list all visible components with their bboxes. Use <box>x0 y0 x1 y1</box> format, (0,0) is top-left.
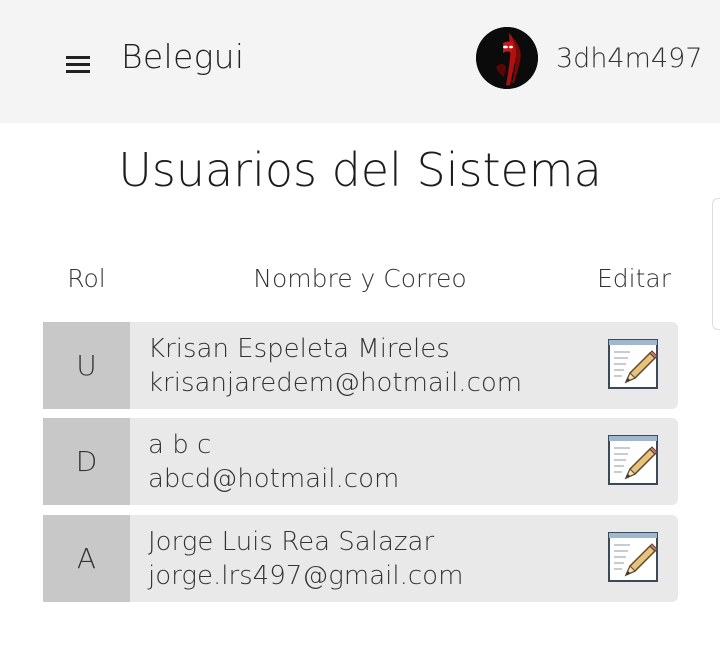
user-name: a b c <box>148 430 212 460</box>
column-header-rol: Rol <box>67 264 106 293</box>
avatar[interactable] <box>476 27 538 89</box>
edit-icon <box>608 532 658 582</box>
column-header-editar: Editar <box>596 264 671 293</box>
app-root: Belegui 3dh4m497 Usuarios del Sistema Ro… <box>0 0 720 668</box>
username[interactable]: 3dh4m497 <box>556 40 702 78</box>
menu-icon[interactable] <box>62 50 94 76</box>
user-name: Jorge Luis Rea Salazar <box>148 527 435 557</box>
top-bar: Belegui 3dh4m497 <box>0 0 720 123</box>
side-panel-handle[interactable] <box>712 198 720 330</box>
table-row: A Jorge Luis Rea Salazar jorge.lrs497@gm… <box>43 515 678 602</box>
table-row: U Krisan Espeleta Mireles krisanjaredem@… <box>43 322 678 409</box>
avatar-image <box>476 27 538 89</box>
table-row: D a b c abcd@hotmail.com <box>43 418 678 505</box>
role-cell: D <box>43 418 130 505</box>
role-cell: U <box>43 322 130 409</box>
user-name: Krisan Espeleta Mireles <box>148 334 450 364</box>
user-email: jorge.lrs497@gmail.com <box>148 561 464 591</box>
edit-button[interactable] <box>606 337 662 393</box>
edit-button[interactable] <box>606 530 662 586</box>
app-title: Belegui <box>121 37 245 76</box>
column-header-nombre-correo: Nombre y Correo <box>253 264 467 293</box>
edit-button[interactable] <box>606 433 662 489</box>
edit-icon <box>608 339 658 389</box>
edit-icon <box>608 435 658 485</box>
page-title: Usuarios del Sistema <box>118 143 602 197</box>
role-cell: A <box>43 515 130 602</box>
user-email: abcd@hotmail.com <box>148 464 400 494</box>
user-email: krisanjaredem@hotmail.com <box>148 368 523 398</box>
